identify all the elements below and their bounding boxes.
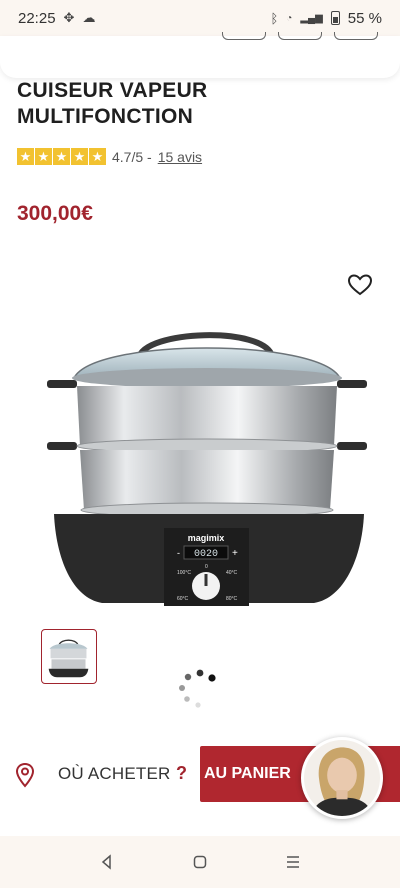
wifi-icon: ◔ — [286, 12, 293, 24]
product-image: magimix - 0020 + 100°C 40°C 60°C 80°C 0 — [47, 332, 367, 606]
header-button[interactable] — [278, 32, 322, 40]
dial-label: 80°C — [226, 596, 238, 602]
location-pin-icon[interactable] — [14, 762, 36, 788]
star-icon: ★ — [17, 148, 34, 165]
loading-spinner-icon — [179, 669, 216, 708]
product-thumbnail[interactable] — [41, 629, 97, 684]
brand-logo: magimix — [188, 533, 225, 543]
product-title-line1: CUISEUR VAPEUR — [17, 79, 208, 102]
plus-label: + — [232, 548, 238, 559]
add-to-cart-label: AU PANIER — [204, 765, 291, 782]
reviews-link[interactable]: 15 avis — [158, 149, 202, 165]
rating-stars: ★ ★ ★ ★ ★ — [17, 148, 106, 165]
header-button[interactable] — [222, 32, 266, 40]
dial-label: 40°C — [226, 570, 238, 576]
signal-icon: ▂▄▆ — [300, 12, 323, 24]
site-header — [0, 32, 400, 78]
recents-icon — [287, 856, 300, 868]
avatar-photo — [304, 740, 380, 816]
help-icon[interactable]: ? — [176, 763, 187, 784]
dial-label: 100°C — [177, 570, 191, 576]
minus-label: - — [177, 548, 180, 558]
recents-button[interactable] — [273, 842, 313, 882]
thumbnail-image — [48, 639, 89, 678]
star-icon: ★ — [35, 148, 52, 165]
battery-level: 55 % — [347, 9, 382, 27]
heart-icon[interactable] — [347, 273, 373, 297]
back-button[interactable] — [87, 842, 127, 882]
home-button[interactable] — [180, 842, 220, 882]
product-title-line2: MULTIFONCTION — [17, 105, 194, 128]
star-icon: ★ — [53, 148, 70, 165]
system-nav-bar — [0, 836, 400, 888]
rating-row: ★ ★ ★ ★ ★ 4.7/5 - 15 avis — [17, 148, 202, 165]
status-bar: 22:25 ✥ ☁ ᛒ ◔ ▂▄▆ 55 % — [0, 0, 400, 36]
fan-icon: ✥ — [63, 10, 75, 25]
rating-text: 4.7/5 - — [112, 148, 152, 165]
status-time: 22:25 — [18, 9, 56, 27]
dial-label: 0 — [205, 564, 208, 570]
home-icon — [193, 855, 207, 869]
star-icon: ★ — [89, 148, 106, 165]
back-icon — [101, 854, 111, 870]
product-price: 300,00€ — [17, 202, 93, 225]
battery-icon — [330, 11, 340, 25]
header-button[interactable] — [334, 32, 378, 40]
star-icon: ★ — [71, 148, 88, 165]
timer-display: 0020 — [194, 549, 218, 560]
bluetooth-icon: ᛒ — [270, 10, 279, 26]
where-to-buy-link[interactable]: OÙ ACHETER — [58, 764, 171, 784]
cloud-icon: ☁ — [82, 10, 96, 25]
product-title: CUISEUR VAPEUR MULTIFONCTION — [17, 78, 317, 130]
chat-agent-avatar[interactable] — [301, 737, 383, 819]
dial-label: 60°C — [177, 596, 189, 602]
